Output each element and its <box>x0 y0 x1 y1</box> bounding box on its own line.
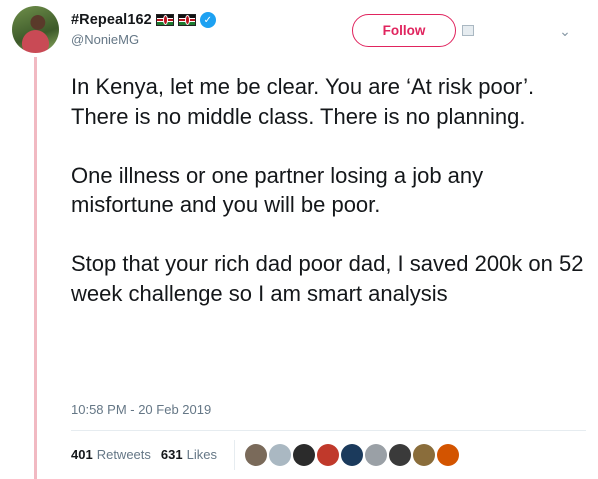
liker-avatars <box>245 444 461 466</box>
tweet-paragraph: One illness or one partner losing a job … <box>71 162 484 218</box>
kenya-flag-icon <box>177 14 196 26</box>
thread-line <box>34 57 37 479</box>
likes-stat[interactable]: 631 Likes <box>161 447 217 462</box>
liker-avatar[interactable] <box>365 444 387 466</box>
likes-count: 631 <box>160 447 183 462</box>
avatar[interactable] <box>12 6 59 53</box>
retweets-stat[interactable]: 401 Retweets <box>71 447 151 462</box>
card-icon <box>462 25 474 36</box>
liker-avatar[interactable] <box>245 444 267 466</box>
follow-button[interactable]: Follow <box>352 14 456 47</box>
liker-avatar[interactable] <box>269 444 291 466</box>
user-handle[interactable]: @NonieMG <box>71 32 139 47</box>
tweet-paragraph: In Kenya, let me be clear. You are ‘At r… <box>71 74 535 129</box>
user-name-row[interactable]: #Repeal162 ✓ <box>71 10 216 30</box>
liker-avatar[interactable] <box>437 444 459 466</box>
verified-badge-icon: ✓ <box>199 12 216 28</box>
liker-avatar[interactable] <box>389 444 411 466</box>
liker-avatar[interactable] <box>413 444 435 466</box>
retweets-label: Retweets <box>96 447 151 462</box>
tweet-stats: 401 Retweets 631 Likes <box>71 447 217 462</box>
liker-avatar[interactable] <box>317 444 339 466</box>
liker-avatar[interactable] <box>293 444 315 466</box>
display-name[interactable]: #Repeal162 <box>71 12 152 28</box>
tweet-timestamp[interactable]: 10:58 PM - 20 Feb 2019 <box>71 402 211 417</box>
kenya-flag-icon <box>155 14 174 26</box>
tweet-paragraph: Stop that your rich dad poor dad, I save… <box>71 251 584 306</box>
retweets-count: 401 <box>71 447 93 462</box>
divider <box>71 430 586 431</box>
chevron-down-icon[interactable]: ⌄ <box>558 24 572 38</box>
stats-separator <box>234 440 235 470</box>
liker-avatar[interactable] <box>341 444 363 466</box>
likes-label: Likes <box>186 447 217 462</box>
tweet-text: In Kenya, let me be clear. You are ‘At r… <box>71 72 586 308</box>
